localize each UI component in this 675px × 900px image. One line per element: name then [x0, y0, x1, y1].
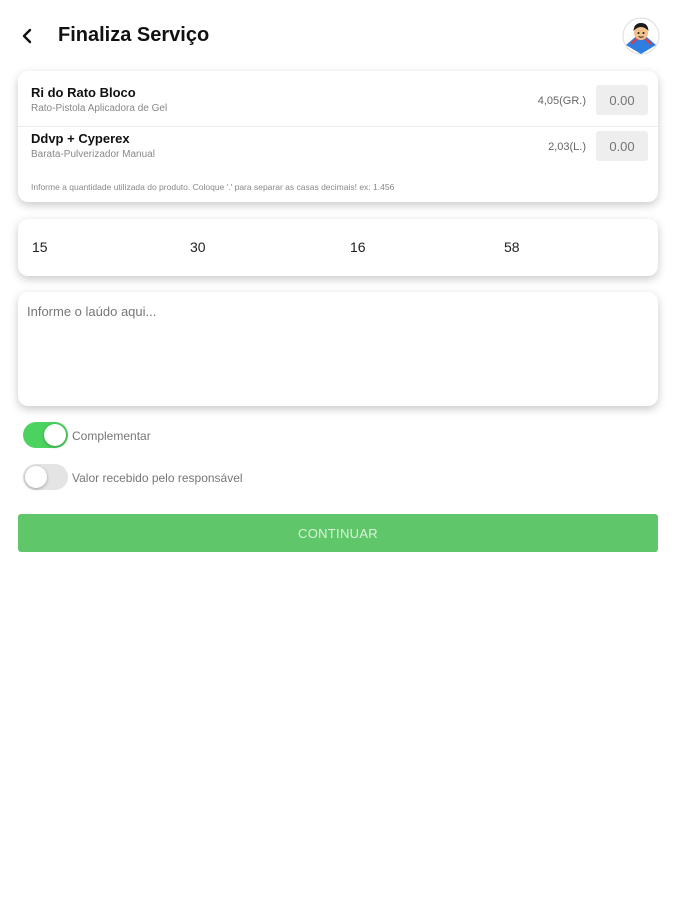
- product-subtitle: Rato-Pistola Aplicadora de Gel: [31, 103, 168, 114]
- page-title: Finaliza Serviço: [58, 24, 210, 46]
- number-value[interactable]: 30: [190, 239, 206, 255]
- quantity-input[interactable]: [596, 85, 648, 115]
- valor-recebido-label: Valor recebido pelo responsável: [72, 471, 243, 485]
- report-card: [18, 292, 658, 406]
- continue-button[interactable]: CONTINUAR: [18, 514, 658, 552]
- numbers-card: 15 30 16 58: [18, 219, 658, 276]
- user-avatar-icon: [622, 17, 660, 55]
- number-value[interactable]: 15: [32, 239, 48, 255]
- chevron-left-icon: [22, 28, 32, 44]
- complementar-label: Complementar: [72, 429, 151, 443]
- quantity-hint: Informe a quantidade utilizada do produt…: [31, 182, 395, 192]
- product-name: Ri do Rato Bloco: [31, 85, 136, 100]
- number-value[interactable]: 16: [350, 239, 366, 255]
- product-quantity: 2,03(L.): [548, 141, 586, 153]
- quantity-input[interactable]: [596, 131, 648, 161]
- products-card: Ri do Rato Bloco Rato-Pistola Aplicadora…: [18, 71, 658, 202]
- number-value[interactable]: 58: [504, 239, 520, 255]
- report-input[interactable]: [18, 292, 658, 406]
- product-row: Ri do Rato Bloco Rato-Pistola Aplicadora…: [18, 79, 658, 127]
- avatar[interactable]: [622, 17, 660, 55]
- complementar-toggle[interactable]: [23, 422, 68, 448]
- product-quantity: 4,05(GR.): [537, 95, 586, 107]
- product-row: Ddvp + Cyperex Barata-Pulverizador Manua…: [18, 125, 658, 173]
- product-name: Ddvp + Cyperex: [31, 131, 130, 146]
- toggle-knob: [25, 466, 47, 488]
- toggle-knob: [44, 424, 66, 446]
- app-header: Finaliza Serviço: [0, 0, 675, 72]
- back-button[interactable]: [18, 24, 38, 48]
- valor-recebido-toggle[interactable]: [23, 464, 68, 490]
- product-subtitle: Barata-Pulverizador Manual: [31, 149, 155, 160]
